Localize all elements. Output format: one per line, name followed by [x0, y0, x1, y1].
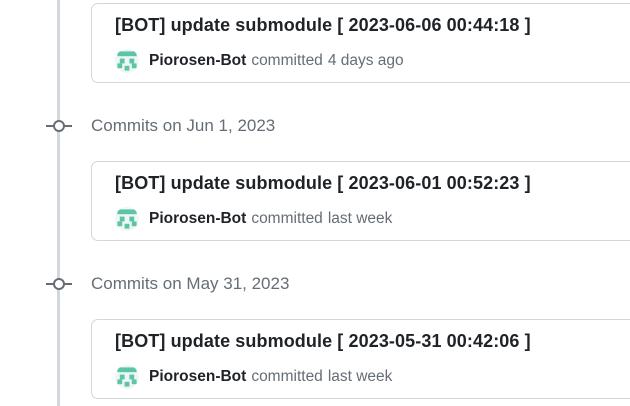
commit-action-label: committed — [251, 210, 323, 227]
commit-author-link[interactable]: Piorosen-Bot — [149, 52, 246, 70]
commit-card: [BOT] update submodule [ 2023-06-01 00:5… — [91, 161, 630, 241]
commit-author-link[interactable]: Piorosen-Bot — [149, 368, 246, 386]
day-group-label: Commits on Jun 1, 2023 — [91, 116, 276, 135]
git-commit-icon — [46, 272, 72, 296]
day-group-label: Commits on May 31, 2023 — [91, 274, 290, 293]
commit-title-link[interactable]: [BOT] update submodule [ 2023-06-01 00:5… — [115, 173, 531, 194]
commit-card: [BOT] update submodule [ 2023-05-31 00:4… — [91, 319, 630, 399]
commit-action-label: committed — [251, 368, 323, 385]
identicon-avatar-icon — [115, 49, 139, 73]
commit-meta: Piorosen-Bot committed 4 days ago — [115, 49, 404, 73]
commit-relative-time: 4 days ago — [327, 52, 404, 69]
timeline-line — [57, 0, 60, 406]
commit-history-page: [BOT] update submodule [ 2023-06-06 00:4… — [0, 0, 630, 406]
commit-meta: Piorosen-Bot committed last week — [115, 365, 392, 389]
day-group-header: Commits on Jun 1, 2023 — [46, 114, 275, 138]
avatar[interactable] — [115, 207, 139, 231]
commit-title-link[interactable]: [BOT] update submodule [ 2023-05-31 00:4… — [115, 331, 531, 352]
day-group-header: Commits on May 31, 2023 — [46, 272, 289, 296]
commit-meta: Piorosen-Bot committed last week — [115, 207, 392, 231]
avatar[interactable] — [115, 49, 139, 73]
avatar[interactable] — [115, 365, 139, 389]
identicon-avatar-icon — [115, 365, 139, 389]
commit-relative-time: last week — [327, 368, 393, 385]
commit-action-label: committed — [251, 52, 323, 69]
identicon-avatar-icon — [115, 207, 139, 231]
commit-title-link[interactable]: [BOT] update submodule [ 2023-06-06 00:4… — [115, 15, 531, 36]
commit-card: [BOT] update submodule [ 2023-06-06 00:4… — [91, 3, 630, 83]
commit-author-link[interactable]: Piorosen-Bot — [149, 210, 246, 228]
git-commit-icon — [46, 114, 72, 138]
commit-relative-time: last week — [327, 210, 393, 227]
